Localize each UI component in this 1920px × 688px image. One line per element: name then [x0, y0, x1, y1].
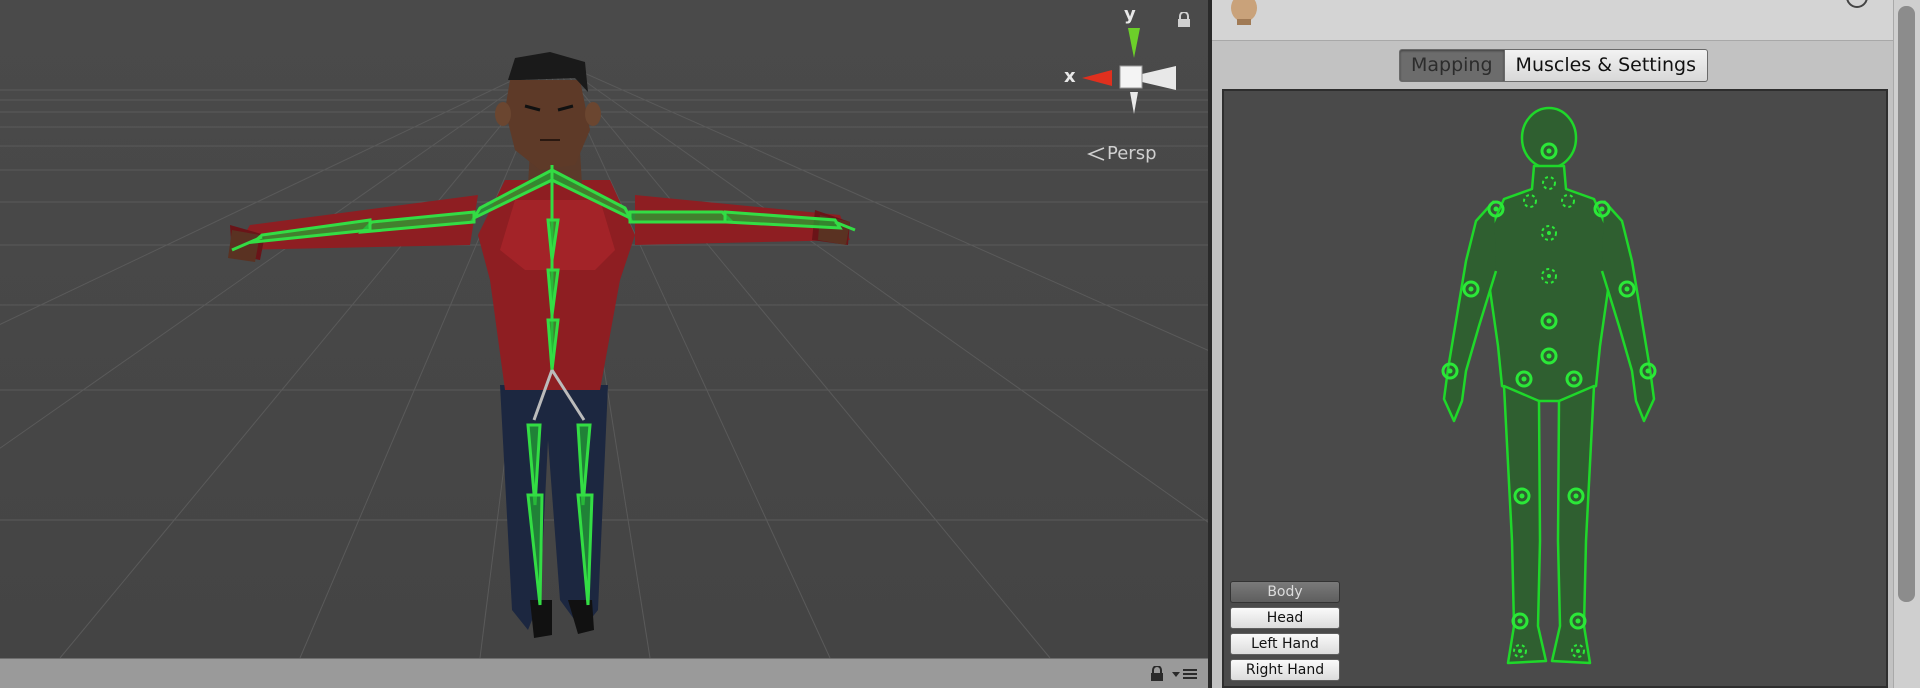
body-part-button-body[interactable]: Body	[1230, 581, 1340, 603]
layers-menu-icon[interactable]	[1172, 667, 1198, 681]
object-picker-icon[interactable]	[1846, 0, 1868, 8]
body-part-button-right-hand[interactable]: Right Hand	[1230, 659, 1340, 681]
scene-view[interactable]: y x Persp	[0, 0, 1208, 658]
lock-icon[interactable]	[1150, 666, 1164, 682]
tab-mapping[interactable]: Mapping	[1399, 49, 1505, 82]
gizmo-center-cube[interactable]	[1119, 65, 1143, 89]
projection-toggle[interactable]: Persp	[1087, 143, 1157, 164]
gizmo-y-label: y	[1124, 4, 1136, 25]
tab-muscles-settings[interactable]: Muscles & Settings	[1504, 49, 1709, 82]
scene-canvas[interactable]: y x	[0, 0, 1208, 658]
avatar-mapping-view: Body Head Left Hand Right Hand	[1222, 89, 1888, 688]
avatar-inspector: Mapping Muscles & Settings Body Head Lef…	[1212, 0, 1920, 688]
body-part-selector: Body Head Left Hand Right Hand	[1230, 581, 1340, 681]
scrollbar-thumb[interactable]	[1898, 6, 1915, 602]
projection-label: Persp	[1107, 143, 1157, 164]
body-part-button-head[interactable]: Head	[1230, 607, 1340, 629]
gizmo-x-label: x	[1064, 66, 1076, 87]
inspector-scrollbar[interactable]	[1893, 0, 1920, 688]
persp-arrow-icon	[1087, 146, 1105, 161]
inspector-header	[1212, 0, 1893, 41]
lock-icon[interactable]	[1177, 11, 1191, 32]
body-part-button-left-hand[interactable]: Left Hand	[1230, 633, 1340, 655]
avatar-tabbar: Mapping Muscles & Settings	[1212, 41, 1893, 89]
scene-footer	[0, 658, 1208, 688]
humanoid-body-map	[1441, 106, 1657, 665]
avatar-head-icon	[1231, 0, 1257, 25]
